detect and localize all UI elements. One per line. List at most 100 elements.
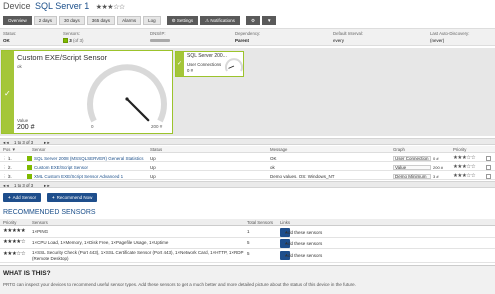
primary-sensor-gauge[interactable]: ✓ Custom EXE/Script Sensor ok 0 200 # Va… <box>1 50 173 134</box>
row-priority-stars[interactable]: ★★★☆☆ <box>453 173 476 179</box>
row-minigraph: User Connection <box>393 155 431 161</box>
row-checkbox[interactable] <box>486 155 491 161</box>
row-message: ok <box>270 164 275 170</box>
row-minigraph: Value <box>393 164 431 170</box>
row-pos: 2. <box>8 164 12 170</box>
gauge-hub <box>125 97 129 101</box>
pager-next[interactable]: ▸ ▸ <box>44 140 50 146</box>
table-row[interactable]: ⋮⋮ 1. SQL Server 2008 (MSSQLSERVER) Gene… <box>0 154 495 162</box>
sensor-status-icon <box>27 173 32 179</box>
row-status: Up <box>150 155 156 161</box>
status-label: Status: <box>3 31 17 36</box>
row-message: Demo values. OS: Windows_NT <box>270 173 335 179</box>
pager-next[interactable]: ▸ ▸ <box>44 183 50 189</box>
tab-settings[interactable]: ⚙ Settings <box>166 16 199 25</box>
row-checkbox[interactable] <box>486 164 491 170</box>
tab-bar: Overview 2 days 30 days 365 days Alarms … <box>3 16 277 25</box>
rec-stars: ★★★★★ <box>3 228 26 234</box>
col-pos[interactable]: Pos ▼ <box>3 147 16 152</box>
col-graph: Graph <box>393 147 405 152</box>
mini-gauge-title: SQL Server 200... <box>187 53 227 59</box>
table-row[interactable]: ⋮⋮ 3. XML Custom EXE/Script Sensor Advan… <box>0 172 495 180</box>
col-priority[interactable]: Priority <box>453 147 466 152</box>
add-these-sensors-button[interactable]: + Add these sensors <box>280 251 322 260</box>
help-text: PRTG can inspect your devices to recomme… <box>3 282 356 287</box>
sensor-table-header: Pos ▼ Sensor Status Message Graph Priori… <box>0 146 495 153</box>
table-row[interactable]: ⋮⋮ 2. Custom EXE/Script Sensor Up ok Val… <box>0 163 495 171</box>
mini-gauge-channel: User Connections <box>187 62 222 67</box>
dns-cell: DNS/IP: <box>150 31 170 43</box>
row-minigraph: Demo Minimum <box>393 173 431 179</box>
rec-total: 5 <box>247 251 250 256</box>
discovery-value: (never) <box>430 38 445 43</box>
gauge-min-label: 0 <box>91 124 94 129</box>
col-status[interactable]: Status <box>150 147 162 152</box>
tab-notifications[interactable]: ⚠ Notifications <box>200 16 240 25</box>
redacted-ip <box>150 39 170 42</box>
minigraph-label: Demo Minimum <box>395 173 427 179</box>
rec-col-total: Total Sensors <box>247 220 274 225</box>
sensors-cell: Sensors: 3 (of 3) <box>63 31 84 44</box>
dependency-label: Dependency: <box>235 31 261 36</box>
minigraph-label: User Connection <box>395 155 429 161</box>
minigraph-value: 200 # <box>433 164 444 170</box>
check-icon: ✓ <box>177 61 183 67</box>
gear-icon[interactable]: ⚙ <box>245 16 260 25</box>
add-these-sensors-label: Add these sensors <box>285 241 323 246</box>
rec-col-priority: Priority <box>3 220 17 225</box>
pager-bottom: ◂ ◂ 1 to 3 of 3 ▸ ▸ <box>0 181 495 188</box>
interval-cell: Default Interval: every <box>333 31 363 43</box>
recommended-title: RECOMMENDED SENSORS <box>3 209 96 216</box>
row-pos: 3. <box>8 173 12 179</box>
tab-365-days[interactable]: 365 days <box>86 16 116 25</box>
gauge-status: ok <box>17 64 22 69</box>
gauge-value-label: Value <box>17 118 29 123</box>
recommend-now-label: Recommend Now <box>56 195 93 200</box>
pager-icons[interactable]: ◂ ◂ <box>3 140 9 146</box>
sensor-link[interactable]: SQL Server 2008 (MSSQLSERVER) General St… <box>34 156 144 161</box>
tab-log[interactable]: Log <box>143 16 161 25</box>
rec-stars: ★★★★☆ <box>3 239 26 245</box>
recommend-now-button[interactable]: + Recommend Now <box>47 193 98 202</box>
row-status: Up <box>150 173 156 179</box>
sensor-link[interactable]: Custom EXE/Script Sensor <box>34 165 88 170</box>
pager-icons[interactable]: ◂ ◂ <box>3 183 9 189</box>
help-heading: WHAT IS THIS? <box>3 270 51 277</box>
device-info-bar: Status: OK Sensors: 3 (of 3) DNS/IP: Dep… <box>0 28 495 46</box>
minigraph-value: 3 # <box>433 173 439 179</box>
pager-top: ◂ ◂ 1 to 3 of 3 ▸ ▸ <box>0 138 495 145</box>
plus-icon: + <box>8 195 11 200</box>
rec-stars: ★★★☆☆ <box>3 251 26 257</box>
add-sensor-button[interactable]: + Add Sensor <box>3 193 42 202</box>
dependency-value[interactable]: Parent <box>235 38 260 43</box>
row-message: OK <box>270 155 277 161</box>
row-status: Up <box>150 164 156 170</box>
tab-30-days[interactable]: 30 days <box>59 16 85 25</box>
rec-total: 1 <box>247 229 250 234</box>
gauge-dial <box>87 64 167 123</box>
page-title: Device SQL Server 1 ★★★☆☆ <box>3 1 125 11</box>
mini-gauge-dial <box>225 58 243 72</box>
row-priority-stars[interactable]: ★★★☆☆ <box>453 164 476 170</box>
col-sensor[interactable]: Sensor <box>32 147 46 152</box>
recommended-row: ★★★★★ 1×PING 1 + Add these sensors <box>0 227 495 238</box>
sensor-link[interactable]: XML Custom EXE/Script Sensor Advanced 1 <box>34 174 123 179</box>
minigraph-label: Value <box>395 164 407 170</box>
rec-sensors: 1×SSL Security Check (Port 443), 1×SSL C… <box>32 250 244 261</box>
tab-overview[interactable]: Overview <box>3 16 32 25</box>
pager-text: 1 to 3 of 3 <box>14 139 34 145</box>
tab-2-days[interactable]: 2 days <box>33 16 58 25</box>
row-checkbox[interactable] <box>486 173 491 179</box>
secondary-sensor-gauge[interactable]: ✓ SQL Server 200... User Connections 0 # <box>175 51 244 77</box>
tab-alarms[interactable]: Alarms <box>117 16 142 25</box>
interval-label: Default Interval: <box>333 31 364 36</box>
sensors-label: Sensors: <box>63 31 80 36</box>
dropdown-icon[interactable]: ▼ <box>261 16 277 25</box>
device-priority-stars[interactable]: ★★★☆☆ <box>96 4 125 11</box>
add-these-sensors-button[interactable]: + Add these sensors <box>280 239 322 248</box>
col-message[interactable]: Message <box>270 147 287 152</box>
rec-sensors: 1×CPU Load, 1×Memory, 1×Disk Free, 1×Pag… <box>32 240 169 245</box>
add-these-sensors-button[interactable]: + Add these sensors <box>280 228 322 237</box>
row-priority-stars[interactable]: ★★★☆☆ <box>453 155 476 161</box>
discovery-label: Last Auto-Discovery: <box>430 31 470 36</box>
